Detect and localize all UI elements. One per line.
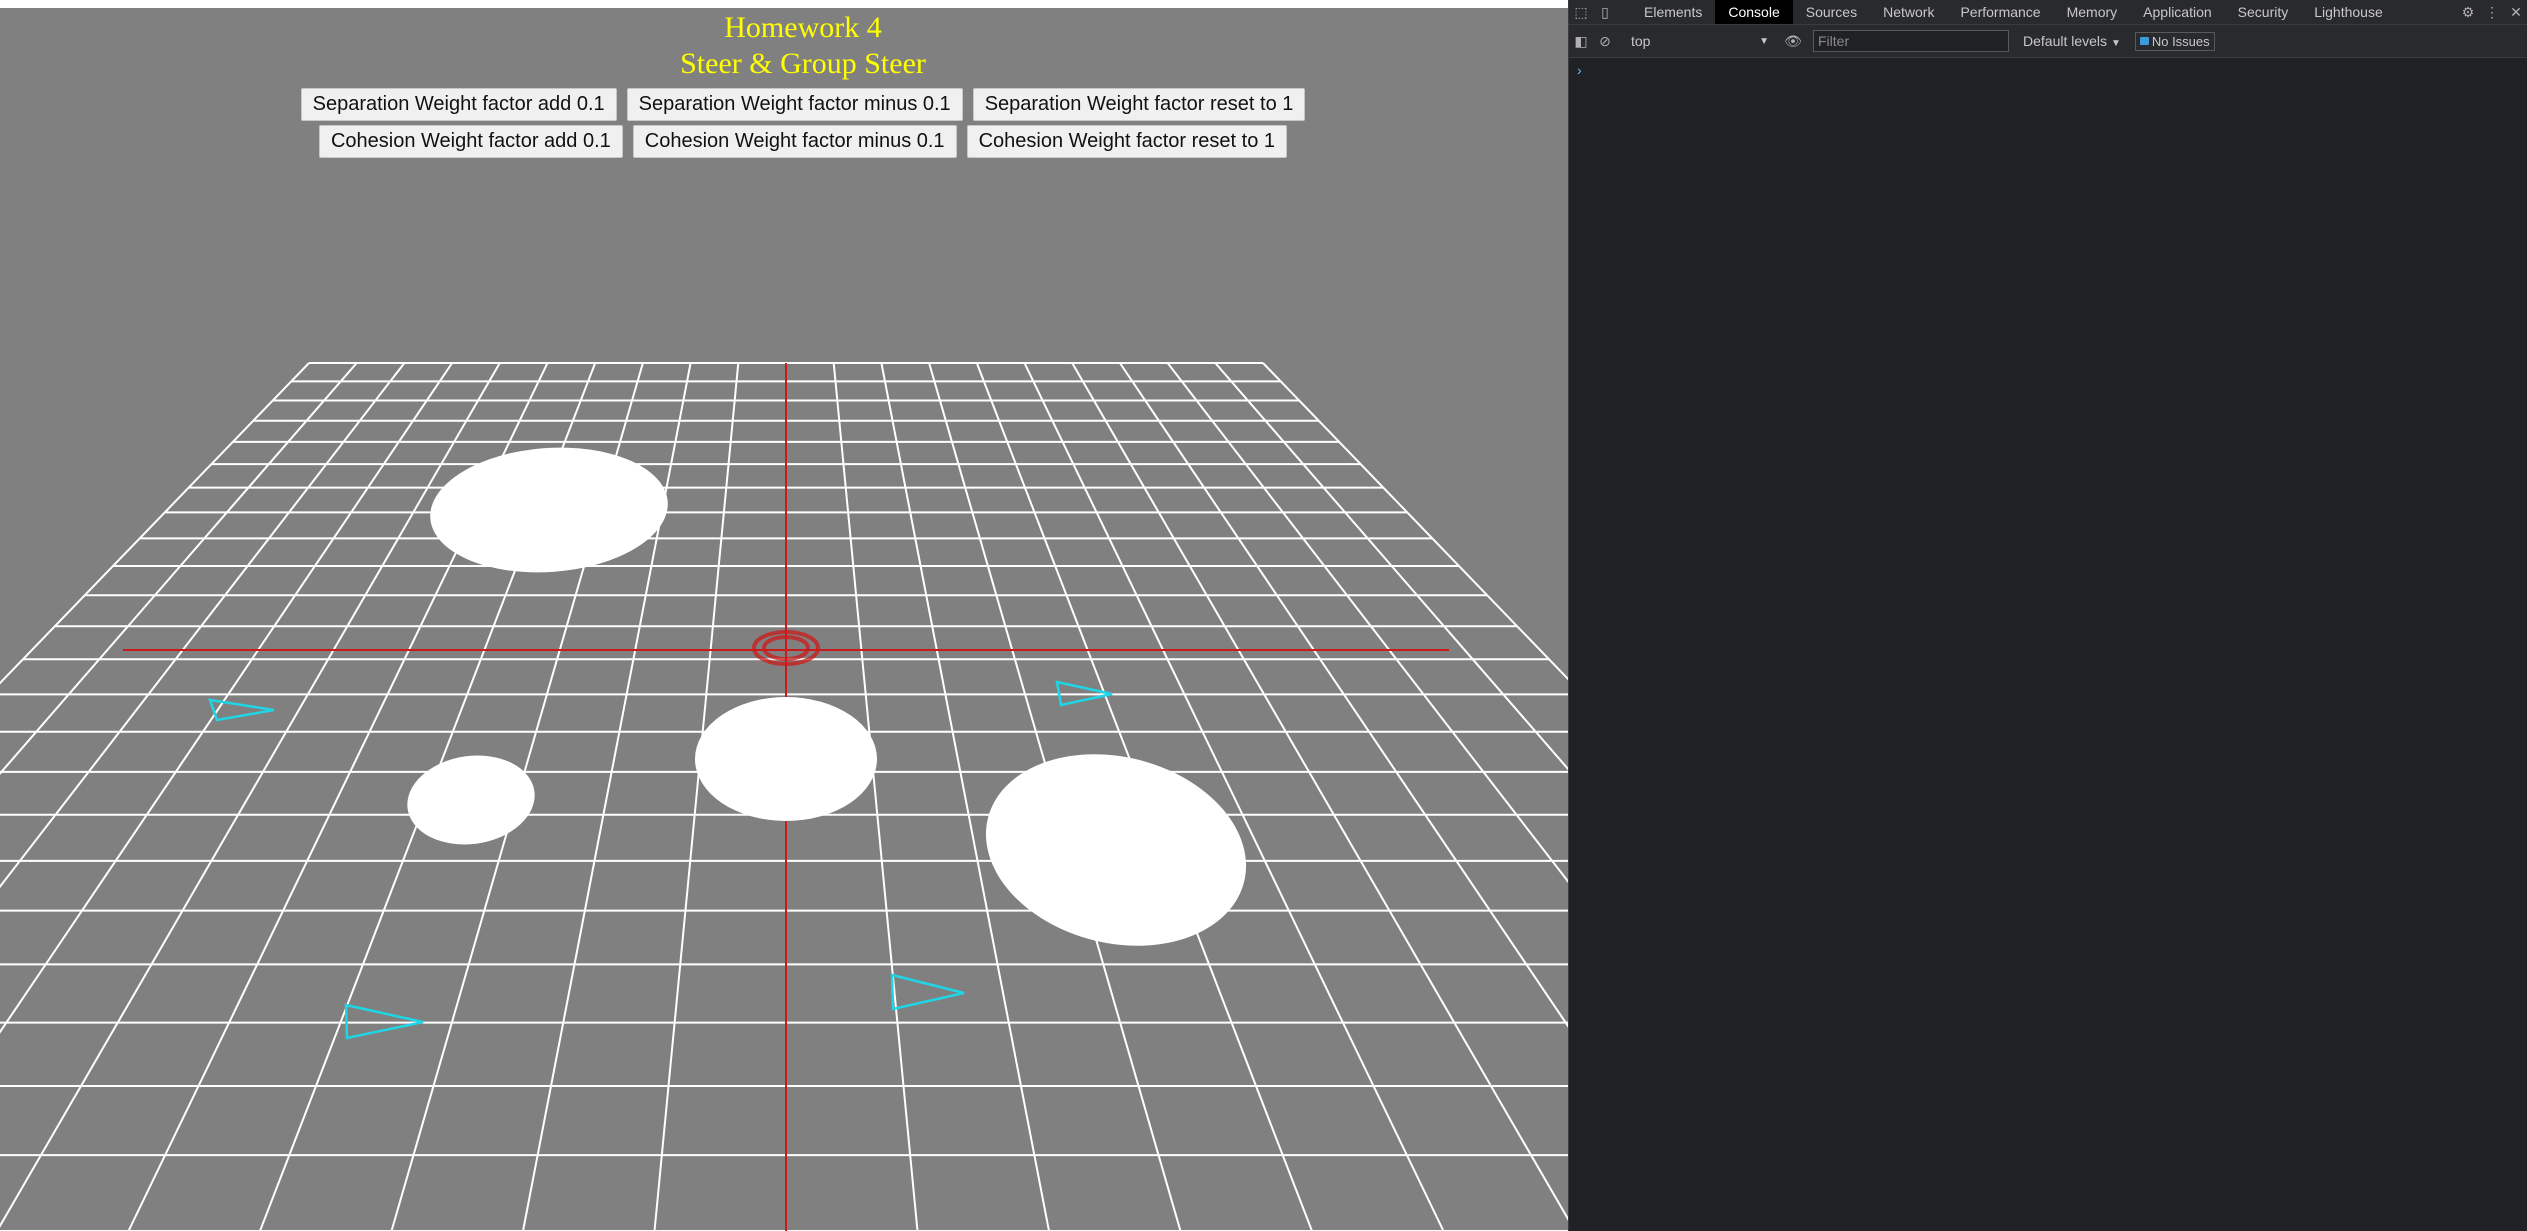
obstacle — [407, 755, 535, 845]
issues-label: No Issues — [2151, 33, 2210, 49]
page-title: Homework 4 — [724, 11, 882, 44]
clear-console-icon[interactable]: ⊘ — [1593, 29, 1617, 53]
console-toolbar: ◧ ⊘ top ▼ 👁 Default levels ▼ No Issues — [1569, 25, 2527, 58]
close-icon[interactable]: ✕ — [2504, 0, 2527, 24]
issues-message-icon — [2139, 37, 2149, 45]
cohesion-add-button[interactable]: Cohesion Weight factor add 0.1 — [318, 125, 623, 158]
tab-sources[interactable]: Sources — [1793, 0, 1870, 24]
chevron-down-icon: ▼ — [2110, 38, 2121, 49]
issues-counter[interactable]: No Issues — [2134, 31, 2215, 51]
obstacle — [985, 754, 1247, 946]
log-levels-label: Default levels — [2023, 33, 2108, 49]
scene-viewport[interactable] — [0, 8, 1568, 1231]
devtools-actions: ⚙ ⋮ ✕ — [2456, 0, 2527, 24]
tab-lighthouse[interactable]: Lighthouse — [2301, 0, 2396, 24]
agent-boid — [890, 973, 965, 1011]
tab-application[interactable]: Application — [2130, 0, 2225, 24]
scene-canvas[interactable] — [0, 8, 1568, 1231]
grid-line — [0, 362, 453, 1034]
tab-performance[interactable]: Performance — [1947, 0, 2053, 24]
separation-minus-button[interactable]: Separation Weight factor minus 0.1 — [626, 88, 963, 121]
device-toolbar-icon[interactable]: ▯ — [1593, 0, 1617, 24]
console-prompt[interactable]: › — [1577, 62, 1582, 78]
more-options-icon[interactable]: ⋮ — [2480, 0, 2504, 24]
cohesion-reset-button[interactable]: Cohesion Weight factor reset to 1 — [966, 125, 1288, 158]
live-expression-eye-icon[interactable]: 👁 — [1781, 29, 1805, 53]
separation-controls: Separation Weight factor add 0.1 Separat… — [0, 88, 1568, 121]
grid-line — [0, 362, 310, 685]
cohesion-minus-button[interactable]: Cohesion Weight factor minus 0.1 — [632, 125, 957, 158]
obstacle — [430, 447, 668, 573]
grid-line — [1262, 362, 1568, 681]
context-selector[interactable]: top ▼ — [1625, 30, 1775, 52]
separation-reset-button[interactable]: Separation Weight factor reset to 1 — [972, 88, 1306, 121]
chevron-down-icon: ▼ — [1759, 35, 1769, 47]
separation-add-button[interactable]: Separation Weight factor add 0.1 — [300, 88, 617, 121]
page-titles: Homework 4 Steer & Group Steer — [0, 10, 1568, 82]
obstacle — [695, 697, 877, 821]
tab-memory[interactable]: Memory — [2054, 0, 2131, 24]
devtools-panel: ⬚ ▯ Elements Console Sources Network Per… — [1568, 0, 2527, 1231]
sidebar-toggle-icon[interactable]: ◧ — [1569, 29, 1593, 53]
tab-network[interactable]: Network — [1870, 0, 1947, 24]
log-levels-dropdown[interactable]: Default levels ▼ — [2023, 33, 2121, 49]
agent-boid — [344, 1003, 424, 1040]
cohesion-controls: Cohesion Weight factor add 0.1 Cohesion … — [0, 125, 1568, 158]
filter-input[interactable] — [1813, 30, 2009, 52]
grid-line — [0, 362, 406, 889]
agent-boid — [208, 698, 275, 722]
context-value: top — [1631, 33, 1651, 49]
inspect-element-icon[interactable]: ⬚ — [1569, 0, 1593, 24]
tab-security[interactable]: Security — [2225, 0, 2302, 24]
app-pane: Homework 4 Steer & Group Steer Separatio… — [0, 0, 1568, 1231]
grid-line — [1166, 362, 1568, 884]
settings-gear-icon[interactable]: ⚙ — [2456, 0, 2480, 24]
tab-elements[interactable]: Elements — [1631, 0, 1715, 24]
page-subtitle: Steer & Group Steer — [680, 47, 926, 80]
devtools-tabbar: ⬚ ▯ Elements Console Sources Network Per… — [1569, 0, 2527, 25]
tab-console[interactable]: Console — [1715, 0, 1793, 24]
